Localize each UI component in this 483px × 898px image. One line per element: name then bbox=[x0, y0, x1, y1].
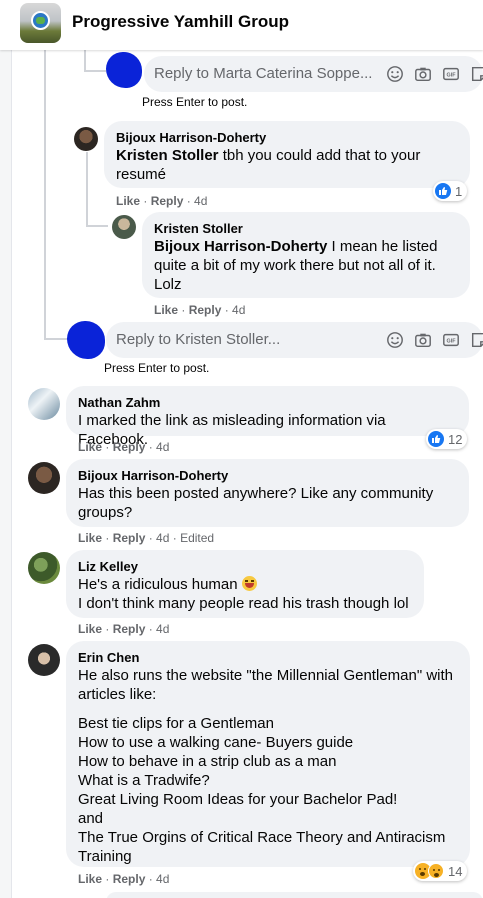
like-button[interactable]: Like bbox=[154, 303, 178, 317]
wow-icon bbox=[428, 863, 444, 879]
thread-line bbox=[84, 50, 86, 72]
gif-icon[interactable]: GIF bbox=[441, 64, 460, 83]
comment-author[interactable]: Erin Chen bbox=[78, 649, 458, 666]
article-item: What is a Tradwife? bbox=[78, 772, 210, 789]
avatar[interactable] bbox=[112, 215, 136, 239]
thread-line bbox=[84, 70, 106, 72]
avatar[interactable] bbox=[28, 388, 60, 420]
comment-actions: Like · Reply · 4d bbox=[154, 303, 246, 317]
camera-icon[interactable] bbox=[413, 330, 432, 349]
article-item: How to use a walking cane- Buyers guide bbox=[78, 734, 354, 751]
reply-button[interactable]: Reply bbox=[113, 440, 146, 454]
gif-icon[interactable]: GIF bbox=[441, 330, 460, 349]
reaction-count: 14 bbox=[448, 863, 463, 879]
comment-author[interactable]: Liz Kelley bbox=[78, 558, 412, 575]
comment-author[interactable]: Bijoux Harrison-Doherty bbox=[116, 129, 458, 146]
comment-actions: Like · Reply · 4d bbox=[116, 194, 208, 208]
avatar[interactable] bbox=[28, 644, 60, 676]
redacted-avatar bbox=[106, 52, 142, 88]
reply-input[interactable]: Reply to Marta Caterina Soppe... GIF bbox=[144, 56, 483, 92]
comment-author[interactable]: Bijoux Harrison-Doherty bbox=[78, 467, 457, 484]
timestamp[interactable]: 4d bbox=[156, 872, 169, 886]
comment-text: He also runs the website "the Millennial… bbox=[78, 667, 453, 703]
laughing-emoji-icon bbox=[241, 576, 257, 591]
mention-link[interactable]: Kristen Stoller bbox=[116, 147, 219, 164]
reply-placeholder: Reply to Kristen Stoller... bbox=[116, 331, 281, 348]
like-button[interactable]: Like bbox=[78, 440, 102, 454]
reaction-count: 12 bbox=[448, 431, 463, 447]
thread-line bbox=[44, 338, 68, 340]
press-enter-hint: Press Enter to post. bbox=[104, 361, 210, 375]
emoji-icon[interactable] bbox=[385, 64, 404, 83]
comment-author[interactable]: Kristen Stoller bbox=[154, 220, 458, 237]
avatar[interactable] bbox=[74, 127, 98, 151]
reply-button[interactable]: Reply bbox=[113, 872, 146, 886]
globe-icon bbox=[31, 11, 50, 30]
like-button[interactable]: Like bbox=[116, 194, 140, 208]
thread-line bbox=[44, 50, 46, 340]
comment-bubble: Bijoux Harrison-Doherty Kristen Stoller … bbox=[104, 121, 470, 188]
article-item: The True Orgins of Critical Race Theory … bbox=[78, 829, 446, 865]
comment-bubble: Bijoux Harrison-Doherty Has this been po… bbox=[66, 459, 469, 527]
svg-text:GIF: GIF bbox=[446, 338, 456, 344]
comment-actions: Like · Reply · 4d · Edited bbox=[78, 531, 215, 545]
comment-bubble: Erin Chen He also runs the website "the … bbox=[66, 641, 470, 867]
reaction-summary[interactable]: 1 bbox=[433, 181, 468, 201]
thread-line bbox=[86, 152, 88, 227]
comment-bubble: Nathan Zahm I marked the link as mislead… bbox=[66, 386, 469, 448]
reply-button[interactable]: Reply bbox=[113, 531, 146, 545]
article-item: and bbox=[78, 810, 104, 827]
reply-input[interactable]: Reply to Kristen Stoller... GIF bbox=[106, 322, 483, 358]
timestamp[interactable]: 4d bbox=[156, 531, 169, 545]
timestamp[interactable]: 4d bbox=[194, 194, 207, 208]
article-item: Great Living Room Ideas for your Bachelo… bbox=[78, 791, 398, 808]
article-item: How to behave in a strip club as a man bbox=[78, 753, 337, 770]
reply-input[interactable] bbox=[106, 892, 483, 898]
comment-text: I don't think many people read his trash… bbox=[78, 595, 409, 612]
reaction-summary[interactable]: 12 bbox=[426, 429, 468, 449]
svg-text:GIF: GIF bbox=[446, 72, 456, 78]
comment-thread-page: Progressive Yamhill Group Reply to Marta… bbox=[0, 0, 483, 898]
timestamp[interactable]: 4d bbox=[156, 440, 169, 454]
scrollbar-track[interactable] bbox=[0, 50, 12, 898]
reply-button[interactable]: Reply bbox=[113, 622, 146, 636]
timestamp[interactable]: 4d bbox=[232, 303, 245, 317]
comment-actions: Like · Reply · 4d bbox=[78, 440, 170, 454]
sticker-icon[interactable] bbox=[469, 64, 483, 83]
group-title[interactable]: Progressive Yamhill Group bbox=[72, 12, 289, 32]
comment-bubble: Kristen Stoller Bijoux Harrison-Doherty … bbox=[142, 212, 470, 298]
like-icon bbox=[428, 431, 444, 447]
group-avatar[interactable] bbox=[20, 3, 61, 43]
article-item: Best tie clips for a Gentleman bbox=[78, 715, 274, 732]
reaction-summary[interactable]: 14 bbox=[413, 861, 468, 881]
timestamp[interactable]: 4d bbox=[156, 622, 169, 636]
press-enter-hint: Press Enter to post. bbox=[142, 95, 248, 109]
comment-text: Has this been posted anywhere? Like any … bbox=[78, 485, 434, 521]
comment-text: He's a ridiculous human bbox=[78, 576, 238, 593]
avatar[interactable] bbox=[28, 552, 60, 584]
like-icon bbox=[435, 183, 451, 199]
like-button[interactable]: Like bbox=[78, 531, 102, 545]
comment-author[interactable]: Nathan Zahm bbox=[78, 394, 457, 411]
camera-icon[interactable] bbox=[413, 64, 432, 83]
like-button[interactable]: Like bbox=[78, 622, 102, 636]
emoji-icon[interactable] bbox=[385, 330, 404, 349]
avatar[interactable] bbox=[28, 462, 60, 494]
redacted-avatar bbox=[67, 321, 105, 359]
comment-bubble: Liz Kelley He's a ridiculous human I don… bbox=[66, 550, 424, 618]
thread-line bbox=[86, 225, 108, 227]
edited-label[interactable]: Edited bbox=[180, 531, 214, 545]
reply-button[interactable]: Reply bbox=[151, 194, 184, 208]
group-header: Progressive Yamhill Group bbox=[0, 0, 483, 50]
reply-placeholder: Reply to Marta Caterina Soppe... bbox=[154, 65, 373, 82]
sticker-icon[interactable] bbox=[469, 330, 483, 349]
like-button[interactable]: Like bbox=[78, 872, 102, 886]
reaction-count: 1 bbox=[455, 183, 463, 199]
reply-button[interactable]: Reply bbox=[189, 303, 222, 317]
comment-actions: Like · Reply · 4d bbox=[78, 872, 170, 886]
comment-actions: Like · Reply · 4d bbox=[78, 622, 170, 636]
mention-link[interactable]: Bijoux Harrison-Doherty bbox=[154, 238, 327, 255]
